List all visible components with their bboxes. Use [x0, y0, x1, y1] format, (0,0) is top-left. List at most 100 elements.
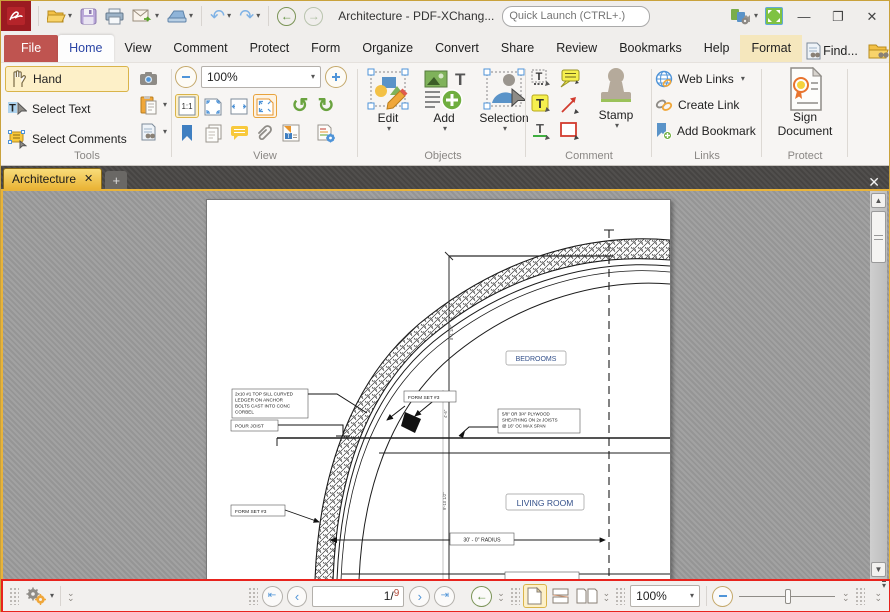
zoom-options-button[interactable]: ⌄ ⌄ — [842, 589, 850, 603]
email-button[interactable]: ▾ — [129, 7, 162, 26]
single-page-layout-button[interactable] — [522, 584, 547, 608]
highlight-text-button[interactable]: T — [529, 92, 553, 116]
prev-page-button[interactable]: ‹ — [286, 585, 308, 607]
close-document-button[interactable]: ✕ — [859, 175, 889, 189]
paste-button[interactable]: ▾ — [137, 93, 167, 117]
tab-view[interactable]: View — [114, 35, 163, 62]
find-button[interactable]: ▾ — [137, 120, 167, 144]
comments-pane-button[interactable] — [227, 121, 251, 145]
zoom-level-combo[interactable]: 100% ▾ — [201, 66, 321, 88]
actual-size-button[interactable]: 1:1 — [175, 94, 199, 118]
quick-launch-box[interactable] — [502, 5, 652, 27]
statusbar-zoom-combo[interactable]: 100% ▾ — [630, 585, 701, 607]
hand-tool-button[interactable]: Hand — [5, 66, 129, 92]
add-objects-button[interactable]: T Add ▾ — [417, 67, 471, 133]
statusbar-options-button[interactable]: ▾ — [21, 584, 57, 608]
zoom-in-button[interactable] — [325, 66, 347, 88]
ui-options-button[interactable]: ▾ — [727, 5, 761, 28]
find-document-button[interactable]: Find... — [802, 40, 861, 62]
dim-small-3: 9'-10 1/2" — [442, 492, 447, 510]
tab-close-icon[interactable]: ✕ — [84, 173, 93, 185]
document-viewport[interactable]: BEDROOMS LIVING ROOM 2x10 #1 TOP SILL CU… — [1, 189, 890, 581]
highlight-text-icon: T — [531, 94, 550, 112]
dropdown-icon: ▾ — [502, 124, 507, 133]
fit-visible-button[interactable] — [253, 94, 277, 118]
scroll-down-button[interactable]: ▼ — [871, 562, 886, 577]
separator — [38, 6, 39, 26]
thumbnails-pane-button[interactable] — [201, 121, 225, 145]
redo-button[interactable]: ↷ ▾ — [236, 5, 263, 27]
next-page-button[interactable]: › — [409, 585, 431, 607]
maximize-button[interactable]: ❐ — [821, 2, 855, 30]
close-button[interactable]: ✕ — [855, 2, 889, 30]
scanner-button[interactable]: ▾ — [164, 7, 196, 25]
fullscreen-button[interactable] — [761, 4, 787, 28]
last-page-button[interactable]: ⇥ — [434, 585, 456, 607]
scrollbar-thumb[interactable] — [871, 211, 886, 263]
first-page-button[interactable]: ⇤ — [261, 585, 283, 607]
open-button[interactable]: ▾ — [44, 6, 75, 26]
zoom-slider[interactable] — [739, 588, 835, 604]
fit-page-button[interactable] — [201, 94, 225, 118]
history-back-button[interactable]: ← — [274, 5, 299, 28]
continuous-layout-button[interactable] — [549, 584, 573, 608]
tab-review[interactable]: Review — [545, 35, 608, 62]
tab-bookmarks[interactable]: Bookmarks — [608, 35, 693, 62]
rotate-cw-button[interactable]: ↻ — [314, 94, 338, 118]
save-button[interactable] — [77, 6, 100, 27]
snapshot-button[interactable] — [137, 66, 161, 90]
print-button[interactable] — [102, 6, 127, 27]
fit-width-button[interactable] — [227, 94, 251, 118]
add-bookmark-button[interactable]: Add Bookmark — [655, 118, 756, 144]
document-tab-architecture[interactable]: Architecture ✕ — [3, 168, 103, 189]
select-comments-button[interactable]: Select Comments — [5, 126, 129, 152]
fields-pane-button[interactable]: T — [279, 121, 303, 145]
layout-options-button[interactable]: ⌄ ⌄ — [603, 589, 611, 603]
history-forward-button[interactable]: → — [301, 5, 326, 28]
tab-form[interactable]: Form — [300, 35, 351, 62]
page-number-box[interactable]: 1/9 — [312, 585, 405, 607]
tab-share[interactable]: Share — [490, 35, 545, 62]
new-tab-button[interactable]: + — [105, 171, 128, 189]
rotate-ccw-button[interactable]: ↺ — [288, 94, 312, 118]
expand-toolbar-button[interactable]: ⌄ ⌄ — [67, 589, 75, 603]
typewriter-button[interactable]: T — [529, 66, 553, 90]
tab-organize[interactable]: Organize — [351, 35, 424, 62]
statusbar-corner-dropdown[interactable]: ▾ — [881, 581, 886, 590]
sign-document-button[interactable]: Sign Document — [765, 67, 845, 139]
vertical-scrollbar[interactable]: ▲ ▼ — [870, 191, 887, 579]
previous-view-button[interactable]: ← — [471, 585, 493, 607]
minimize-button[interactable]: — — [787, 2, 821, 30]
tab-comment[interactable]: Comment — [162, 35, 238, 62]
svg-text:FORM SET #3: FORM SET #3 — [408, 395, 440, 401]
callout-button[interactable] — [557, 66, 581, 90]
statusbar-more-button[interactable]: ⌄ ⌄ — [875, 589, 883, 603]
tab-format[interactable]: Format — [740, 35, 803, 62]
zoom-slider-thumb[interactable] — [785, 588, 791, 604]
arrow-annotation-button[interactable] — [557, 92, 581, 116]
zoom-out-button[interactable] — [175, 66, 197, 88]
find-in-files-button[interactable] — [865, 40, 890, 62]
app-menu-button[interactable] — [1, 1, 31, 31]
create-link-button[interactable]: Create Link — [655, 92, 756, 118]
scroll-up-button[interactable]: ▲ — [871, 193, 886, 208]
content-pane-button[interactable] — [314, 121, 338, 145]
tab-home[interactable]: Home — [58, 35, 114, 62]
tab-convert[interactable]: Convert — [424, 35, 490, 62]
tab-protect[interactable]: Protect — [239, 35, 301, 62]
stamp-button[interactable]: Stamp ▾ — [587, 66, 645, 130]
view-history-expand-button[interactable]: ⌄ ⌄ — [497, 589, 505, 603]
tab-file[interactable]: File — [4, 35, 59, 62]
rectangle-annotation-button[interactable] — [557, 118, 581, 142]
two-page-layout-button[interactable] — [575, 584, 599, 608]
tab-help[interactable]: Help — [693, 35, 741, 62]
underline-text-button[interactable]: T — [529, 118, 553, 142]
quick-launch-input[interactable] — [509, 10, 652, 22]
select-text-button[interactable]: T Select Text — [5, 96, 129, 122]
undo-button[interactable]: ↶ ▾ — [207, 5, 234, 27]
bookmarks-pane-button[interactable] — [175, 121, 199, 145]
edit-objects-button[interactable]: Edit ▾ — [361, 67, 415, 133]
attachments-pane-button[interactable] — [253, 121, 277, 145]
statusbar-zoom-out-button[interactable] — [712, 585, 733, 607]
web-links-button[interactable]: Web Links ▾ — [655, 66, 756, 92]
